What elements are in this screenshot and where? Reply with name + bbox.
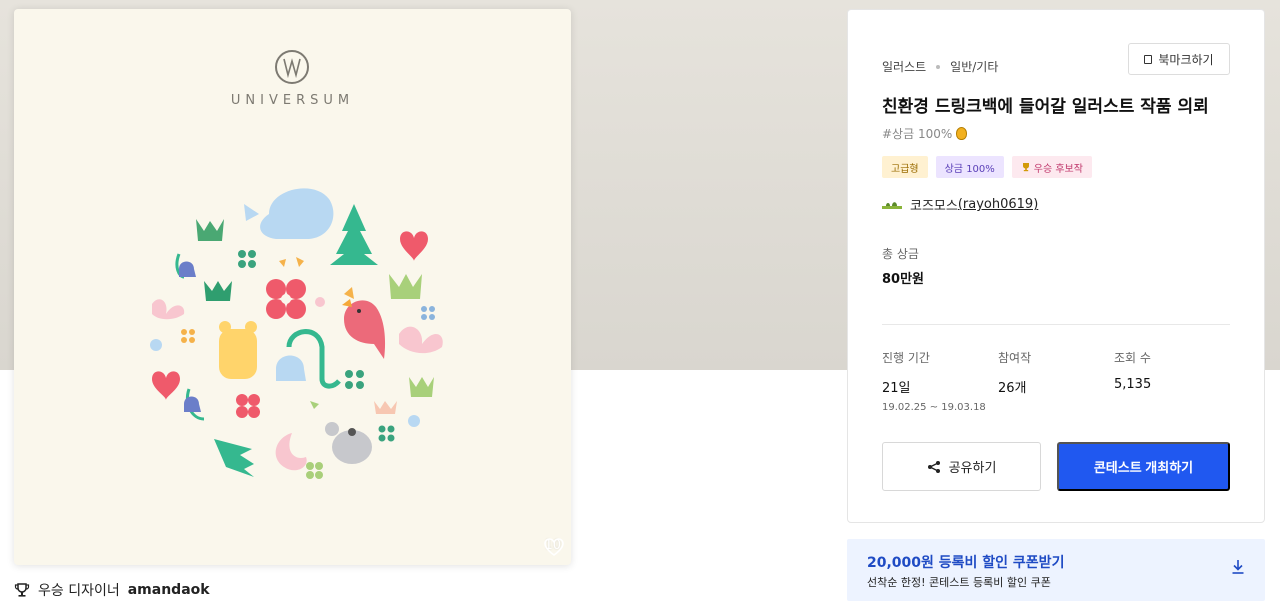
prize-tag-text: #상금 100% [882, 127, 953, 141]
bookmark-label: 북마크하기 [1158, 52, 1214, 67]
period-dates: 19.02.25 ~ 19.03.18 [882, 402, 986, 413]
coupon-subtitle: 선착순 한정! 콘테스트 등록비 할인 쿠폰 [867, 576, 1051, 589]
bookmark-button[interactable]: 북마크하기 [1128, 43, 1230, 75]
badge-winner-candidate: 우승 후보작 [1011, 156, 1092, 178]
download-icon[interactable] [1231, 559, 1245, 575]
share-button[interactable]: 공유하기 [882, 442, 1041, 491]
views-value: 5,135 [1114, 377, 1152, 392]
coupon-banner[interactable]: 20,000원 등록비 할인 쿠폰받기 선착순 한정! 콘테스트 등록비 할인 … [847, 539, 1265, 601]
artwork-logo-text: UNIVERSUM [230, 93, 355, 108]
badge-winner-label: 우승 후보작 [1033, 163, 1083, 175]
host-info[interactable]: 코즈모스 (rayoh0619) [882, 195, 1038, 214]
contest-info-card: 일러스트 일반/기타 북마크하기 친환경 드링크백에 들어갈 일러스트 작품 의… [847, 9, 1265, 523]
share-label: 공유하기 [948, 460, 997, 475]
views-label: 조회 수 [1114, 351, 1151, 365]
entries-label: 참여작 [998, 351, 1032, 365]
stat-period: 진행 기간 21일 19.02.25 ~ 19.03.18 [882, 349, 986, 413]
host-contest-button[interactable]: 콘테스트 개최하기 [1057, 442, 1230, 491]
badge-prize: 상금 100% [935, 156, 1004, 178]
share-icon [927, 460, 940, 473]
host-logo-icon [882, 201, 902, 209]
host-handle[interactable]: (rayoh0619) [958, 197, 1038, 212]
heart-icon [544, 538, 565, 556]
money-bag-icon [956, 127, 968, 140]
stat-views: 조회 수 5,135 [1114, 349, 1151, 392]
badge-list: 고급형 상금 100% 우승 후보작 [882, 156, 1092, 178]
like-button[interactable]: 10 [544, 538, 565, 556]
category-main[interactable]: 일러스트 [882, 58, 926, 75]
trophy-icon [14, 583, 30, 597]
breadcrumb: 일러스트 일반/기타 [882, 58, 998, 75]
period-label: 진행 기간 [882, 351, 930, 365]
badge-premium: 고급형 [882, 156, 928, 178]
trophy-icon [1022, 163, 1029, 172]
category-sub[interactable]: 일반/기타 [950, 58, 998, 75]
artwork-image[interactable]: UNIVERSUM 10 [14, 9, 571, 565]
winner-designer: 우승 디자이너 amandaok [14, 580, 210, 600]
breadcrumb-separator [936, 64, 941, 69]
entries-value: 26개 [998, 381, 1027, 396]
contest-title: 친환경 드링크백에 들어갈 일러스트 작품 의뢰 [882, 97, 1209, 117]
winner-name[interactable]: amandaok [128, 582, 210, 598]
host-name[interactable]: 코즈모스 [910, 195, 958, 214]
divider [882, 324, 1230, 325]
total-prize-value: 80만원 [882, 272, 925, 287]
prize-tag: #상금 100% [882, 125, 968, 142]
coupon-title: 20,000원 등록비 할인 쿠폰받기 [867, 555, 1065, 571]
stat-entries: 참여작 26개 [998, 349, 1031, 396]
winner-prefix: 우승 디자이너 [38, 583, 120, 599]
bookmark-icon [1144, 54, 1153, 64]
total-prize-label: 총 상금 [882, 247, 919, 261]
period-value: 21일 [882, 381, 911, 396]
